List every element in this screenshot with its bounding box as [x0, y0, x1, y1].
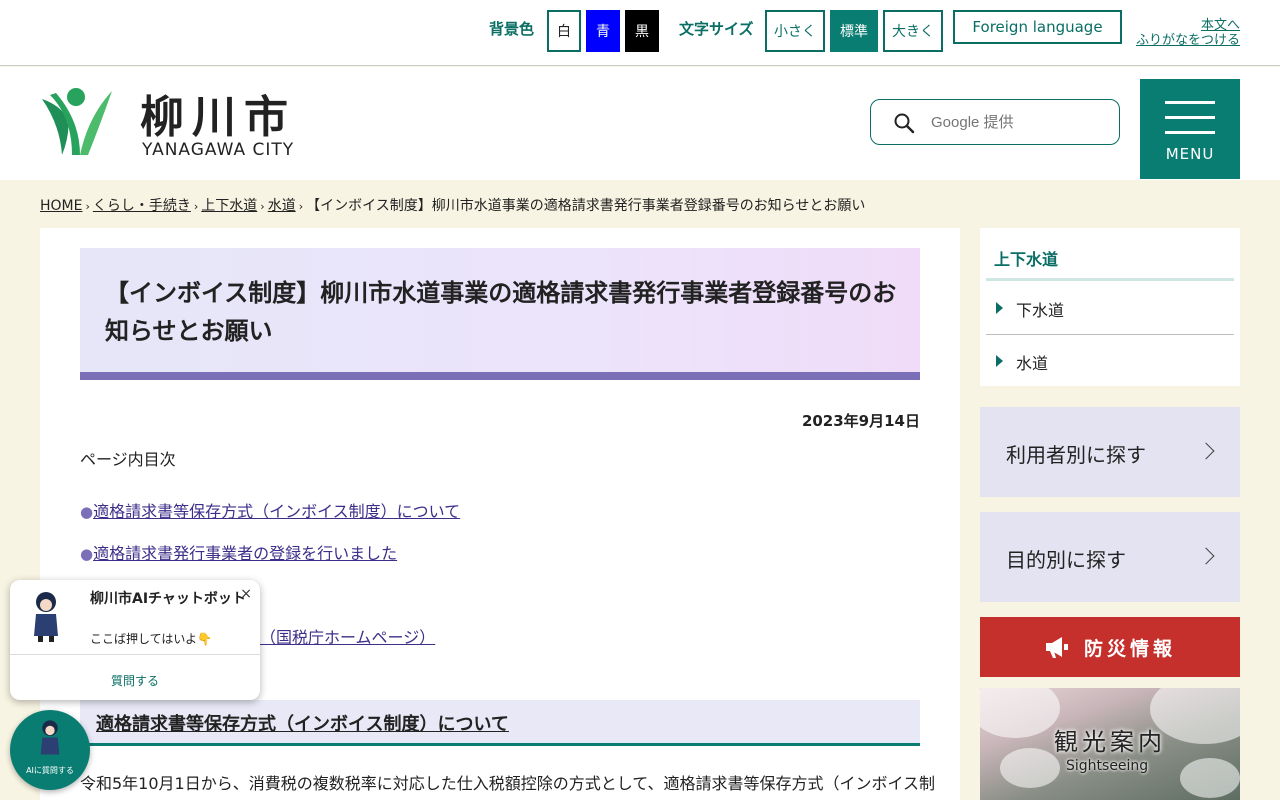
- text-size-large-button[interactable]: 大きく: [883, 10, 943, 52]
- find-by-purpose-button[interactable]: 目的別に探す: [980, 512, 1240, 602]
- triangle-right-icon: [996, 302, 1003, 314]
- toc-bullet: ●: [80, 545, 94, 563]
- local-nav-label: 水道: [1016, 354, 1049, 373]
- breadcrumb-current: 【インボイス制度】柳川市水道事業の適格請求書発行事業者登録番号のお知らせとお願い: [306, 198, 866, 214]
- background-color-label: 背景色: [489, 20, 535, 38]
- breadcrumb-living[interactable]: くらし・手続き: [93, 198, 191, 214]
- find-by-purpose-label: 目的別に探す: [1006, 548, 1126, 572]
- city-logo-icon[interactable]: [40, 85, 112, 157]
- furigana-link[interactable]: 本文へ ふりがなをつける: [1136, 18, 1240, 48]
- toc-link-invoice-system[interactable]: 適格請求書等保存方式（インボイス制度）について: [93, 502, 460, 521]
- breadcrumb-water[interactable]: 水道: [268, 198, 296, 214]
- furigana-label: ふりがなをつける: [1135, 33, 1240, 48]
- utility-bar: 背景色 白 青 黒 文字サイズ 小さく 標準 大きく Foreign langu…: [0, 0, 1280, 66]
- local-nav-label: 下水道: [1016, 301, 1065, 320]
- megaphone-icon: [1046, 637, 1068, 658]
- find-by-user-label: 利用者別に探す: [1006, 443, 1146, 467]
- breadcrumb-home[interactable]: HOME: [40, 198, 82, 214]
- page-title: 【インボイス制度】柳川市水道事業の適格請求書発行事業者登録番号のお知らせとお願い: [105, 279, 897, 345]
- search-input[interactable]: [931, 110, 1101, 134]
- text-size-label: 文字サイズ: [679, 20, 754, 38]
- chatbot-title: 柳川市AIチャットボット: [90, 591, 246, 607]
- find-by-user-button[interactable]: 利用者別に探す: [980, 407, 1240, 497]
- chatbot-avatar-icon: [40, 720, 60, 755]
- bg-white-button[interactable]: 白: [547, 10, 581, 52]
- city-name-en: YANAGAWA CITY: [142, 140, 295, 160]
- toc-item: ●適格請求書発行事業者の登録を行いました: [80, 540, 397, 564]
- local-nav-item-sewer[interactable]: 下水道: [986, 282, 1234, 334]
- bg-black-button[interactable]: 黒: [625, 10, 659, 52]
- chatbot-launcher-button[interactable]: AIに質問する: [10, 710, 90, 790]
- main-content: 【インボイス制度】柳川市水道事業の適格請求書発行事業者登録番号のお知らせとお願い…: [40, 228, 960, 800]
- page-title-box: 【インボイス制度】柳川市水道事業の適格請求書発行事業者登録番号のお知らせとお願い: [80, 248, 920, 380]
- menu-label: MENU: [1165, 145, 1215, 163]
- tourism-banner[interactable]: 観光案内 Sightseeing: [980, 688, 1240, 800]
- chatbot-popup: 柳川市AIチャットボット × ここば押してはいよ👇 質問する: [10, 580, 260, 700]
- section-heading: 適格請求書等保存方式（インボイス制度）について: [96, 714, 509, 735]
- tourism-sub-label: Sightseeing: [1066, 758, 1149, 774]
- search-icon[interactable]: [893, 112, 915, 134]
- local-nav: 上下水道 下水道 水道: [980, 228, 1240, 386]
- local-nav-title[interactable]: 上下水道: [994, 246, 1058, 270]
- site-header: 柳川市 YANAGAWA CITY MENU: [0, 67, 1280, 180]
- publish-date: 2023年9月14日: [801, 412, 920, 430]
- chevron-right-icon: [1197, 442, 1215, 460]
- foreign-language-button[interactable]: Foreign language: [953, 10, 1122, 44]
- toc-item: ●適格請求書等保存方式（インボイス制度）について: [80, 498, 460, 522]
- skip-to-content-label: 本文へ: [1200, 18, 1240, 33]
- chatbot-launcher-label: AIに質問する: [26, 766, 74, 775]
- text-size-small-button[interactable]: 小さく: [765, 10, 825, 52]
- bg-blue-button[interactable]: 青: [586, 10, 620, 52]
- body-paragraph: 令和5年10月1日から、消費税の複数税率に対応した仕入税額控除の方式として、適格…: [80, 774, 935, 793]
- chatbot-avatar-icon: [34, 592, 58, 642]
- chatbot-message: ここば押してはいよ👇: [90, 632, 213, 646]
- text-size-standard-button[interactable]: 標準: [830, 10, 878, 52]
- chevron-right-icon: [1197, 547, 1215, 565]
- toc-bullet: ●: [80, 503, 94, 521]
- breadcrumb: HOME › くらし・手続き › 上下水道 › 水道 › 【インボイス制度】柳川市水道事業の適格…: [40, 198, 866, 214]
- disaster-info-label: 防災情報: [1084, 638, 1177, 660]
- chatbot-ask-button[interactable]: 質問する: [10, 672, 260, 689]
- city-name: 柳川市: [140, 92, 296, 143]
- close-icon[interactable]: ×: [240, 586, 252, 602]
- toc-title: ページ内目次: [80, 450, 176, 469]
- menu-button[interactable]: MENU: [1140, 79, 1240, 179]
- section-heading-box: 適格請求書等保存方式（インボイス制度）について: [80, 700, 920, 746]
- toc-link-registration[interactable]: 適格請求書発行事業者の登録を行いました: [93, 544, 397, 563]
- menu-icon: [1165, 101, 1215, 104]
- breadcrumb-water-sewer[interactable]: 上下水道: [201, 198, 257, 214]
- triangle-right-icon: [996, 355, 1003, 367]
- disaster-info-button[interactable]: 防災情報: [980, 617, 1240, 677]
- tourism-label: 観光案内: [1054, 728, 1166, 756]
- local-nav-item-water[interactable]: 水道: [986, 335, 1234, 387]
- site-search[interactable]: [870, 99, 1120, 145]
